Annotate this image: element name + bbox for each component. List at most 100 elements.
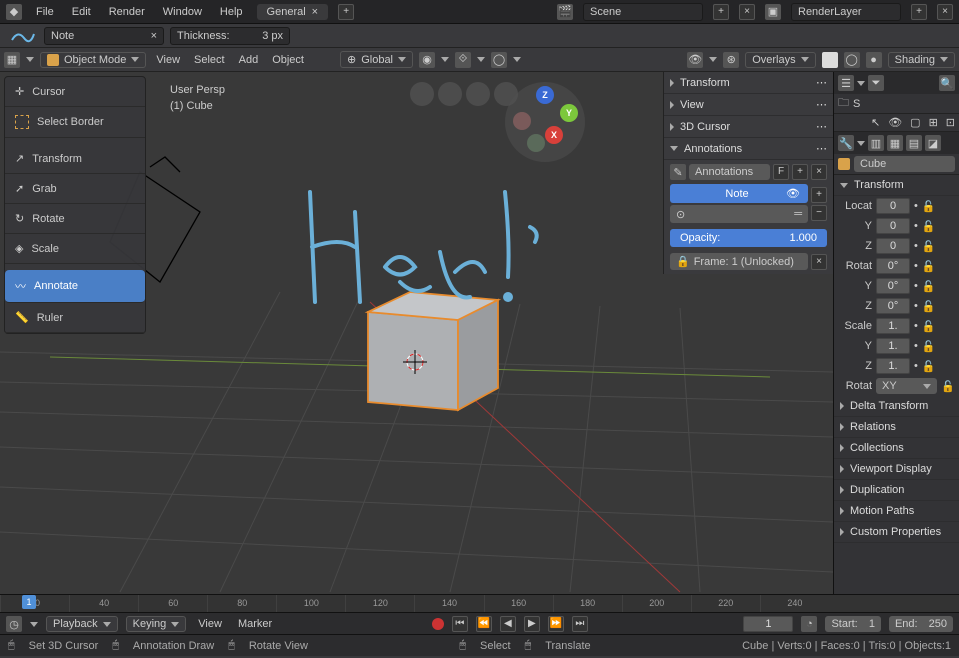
props-transform-header[interactable]: Transform	[834, 175, 959, 196]
timeline-ruler[interactable]: 1 2040 6080 100120 140160 180200 220240	[0, 595, 959, 613]
restrict-view-icon[interactable]: 👁	[888, 116, 902, 129]
opacity-field[interactable]: Opacity:1.000	[670, 229, 827, 247]
tool-scale[interactable]: ◈Scale	[5, 234, 145, 264]
restrict-select-icon[interactable]: ↖	[871, 116, 880, 129]
axis-neg[interactable]	[513, 112, 531, 130]
autokey-button[interactable]	[432, 618, 444, 630]
lock-icon[interactable]: 🔓	[922, 300, 936, 313]
header-view[interactable]: View	[152, 54, 184, 66]
shading-dropdown[interactable]: Shading	[888, 52, 955, 68]
tool-annotate[interactable]: 〰Annotate	[5, 270, 145, 303]
pivot-icon[interactable]: ◉	[419, 52, 435, 68]
snap-icon[interactable]: ⟐	[455, 52, 471, 68]
delete-scene-button[interactable]: ×	[739, 4, 755, 20]
tool-grab[interactable]: ➚Grab	[5, 174, 145, 204]
search-icon[interactable]: 🔍	[939, 75, 955, 91]
object-name-field[interactable]: Cube	[834, 154, 959, 175]
props-motion-paths[interactable]: Motion Paths	[834, 501, 959, 522]
tool-rotate[interactable]: ↻Rotate	[5, 204, 145, 234]
play-button[interactable]: ▶	[524, 616, 540, 632]
props-collections[interactable]: Collections	[834, 438, 959, 459]
3d-viewport[interactable]: User Persp (1) Cube Z Y X ✛Cursor Select…	[0, 72, 833, 594]
menu-render[interactable]: Render	[105, 6, 149, 18]
jump-start-button[interactable]: ⏮	[452, 616, 468, 632]
rotation-mode-dropdown[interactable]: XY	[876, 378, 937, 394]
rot-z-field[interactable]	[876, 298, 910, 314]
gizmo-toggle-icon[interactable]: ⊛	[723, 52, 739, 68]
xray-toggle[interactable]	[822, 52, 838, 68]
view-icon-3[interactable]	[466, 82, 490, 106]
timeline-type-icon[interactable]: ◷	[6, 616, 22, 632]
mode-dropdown[interactable]: Object Mode	[40, 52, 146, 68]
panel-annotations[interactable]: Annotations⋯	[664, 138, 833, 160]
props-duplication[interactable]: Duplication	[834, 480, 959, 501]
outliner-type-icon[interactable]: ☰	[838, 75, 854, 91]
menu-file[interactable]: File	[32, 6, 58, 18]
header-add[interactable]: Add	[235, 54, 263, 66]
lock-icon[interactable]: 🔓	[922, 280, 936, 293]
keying-dropdown[interactable]: Keying	[126, 616, 187, 632]
orientation-dropdown[interactable]: ⊕Global	[340, 51, 413, 68]
shading-wire-icon[interactable]: ◯	[844, 52, 860, 68]
filter-icon[interactable]: ⏷	[868, 75, 884, 91]
lock-icon[interactable]: 🔓	[922, 200, 936, 213]
rot-x-field[interactable]	[876, 258, 910, 274]
loc-x-field[interactable]	[876, 198, 910, 214]
props-relations[interactable]: Relations	[834, 417, 959, 438]
close-icon[interactable]: ×	[312, 6, 318, 18]
add-annotation-button[interactable]: +	[792, 164, 808, 180]
remove-annotation-button[interactable]: ×	[811, 164, 827, 180]
layer-remove-button[interactable]: −	[811, 205, 827, 221]
scale-y-field[interactable]	[876, 338, 910, 354]
tool-ruler[interactable]: 📏Ruler	[5, 303, 145, 333]
props-viewport-display[interactable]: Viewport Display	[834, 459, 959, 480]
menu-window[interactable]: Window	[159, 6, 206, 18]
scale-x-field[interactable]	[876, 318, 910, 334]
lock-icon[interactable]: 🔓	[922, 360, 936, 373]
end-frame-field[interactable]: End: 250	[889, 616, 953, 632]
delete-layer-button[interactable]: ×	[937, 4, 953, 20]
clear-icon[interactable]: ×	[151, 30, 157, 42]
current-frame-field[interactable]	[743, 616, 793, 632]
props-delta[interactable]: Delta Transform	[834, 396, 959, 417]
outliner-item-scene[interactable]: 🗀S	[834, 94, 959, 114]
start-frame-field[interactable]: Start: 1	[825, 616, 880, 632]
panel-transform[interactable]: Transform⋯	[664, 72, 833, 94]
play-reverse-button[interactable]: ◀	[500, 616, 516, 632]
note-layer[interactable]: Note👁	[670, 184, 808, 203]
layer-add-button[interactable]: +	[811, 187, 827, 203]
prop-tab-1[interactable]: ▥	[868, 135, 884, 151]
add-workspace-button[interactable]: +	[338, 4, 354, 20]
menu-edit[interactable]: Edit	[68, 6, 95, 18]
new-scene-button[interactable]: +	[713, 4, 729, 20]
header-object[interactable]: Object	[268, 54, 308, 66]
frame-delete-button[interactable]: ×	[811, 254, 827, 270]
loc-z-field[interactable]	[876, 238, 910, 254]
overlays-dropdown[interactable]: Overlays	[745, 52, 815, 68]
annotations-field[interactable]: Annotations	[689, 164, 770, 180]
timeline-cursor[interactable]: 1	[22, 595, 36, 609]
scene-field[interactable]: Scene	[583, 3, 703, 21]
properties-type-icon[interactable]: 🔧	[838, 135, 854, 151]
timeline-marker[interactable]: Marker	[234, 618, 276, 630]
tool-transform[interactable]: ↗Transform	[5, 144, 145, 174]
menu-help[interactable]: Help	[216, 6, 247, 18]
fake-user-button[interactable]: F	[773, 164, 789, 180]
header-select[interactable]: Select	[190, 54, 229, 66]
annotation-layer-field[interactable]: Note×	[44, 27, 164, 45]
playback-dropdown[interactable]: Playback	[46, 616, 118, 632]
props-custom-properties[interactable]: Custom Properties	[834, 522, 959, 543]
lock-icon[interactable]: 🔓	[941, 380, 955, 393]
editor-type-icon[interactable]: ▦	[4, 52, 20, 68]
shading-solid-icon[interactable]: ●	[866, 52, 882, 68]
rot-y-field[interactable]	[876, 278, 910, 294]
lock-icon[interactable]: 🔓	[922, 220, 936, 233]
workspace-tab-general[interactable]: General×	[257, 4, 329, 20]
lock-icon[interactable]: 🔓	[922, 340, 936, 353]
view-icon-2[interactable]	[438, 82, 462, 106]
restrict-vp-icon[interactable]: ▢	[910, 116, 920, 129]
axis-x[interactable]: X	[545, 126, 563, 144]
axis-neg2[interactable]	[527, 134, 545, 152]
proportional-icon[interactable]: ◯	[491, 52, 507, 68]
scale-z-field[interactable]	[876, 358, 910, 374]
